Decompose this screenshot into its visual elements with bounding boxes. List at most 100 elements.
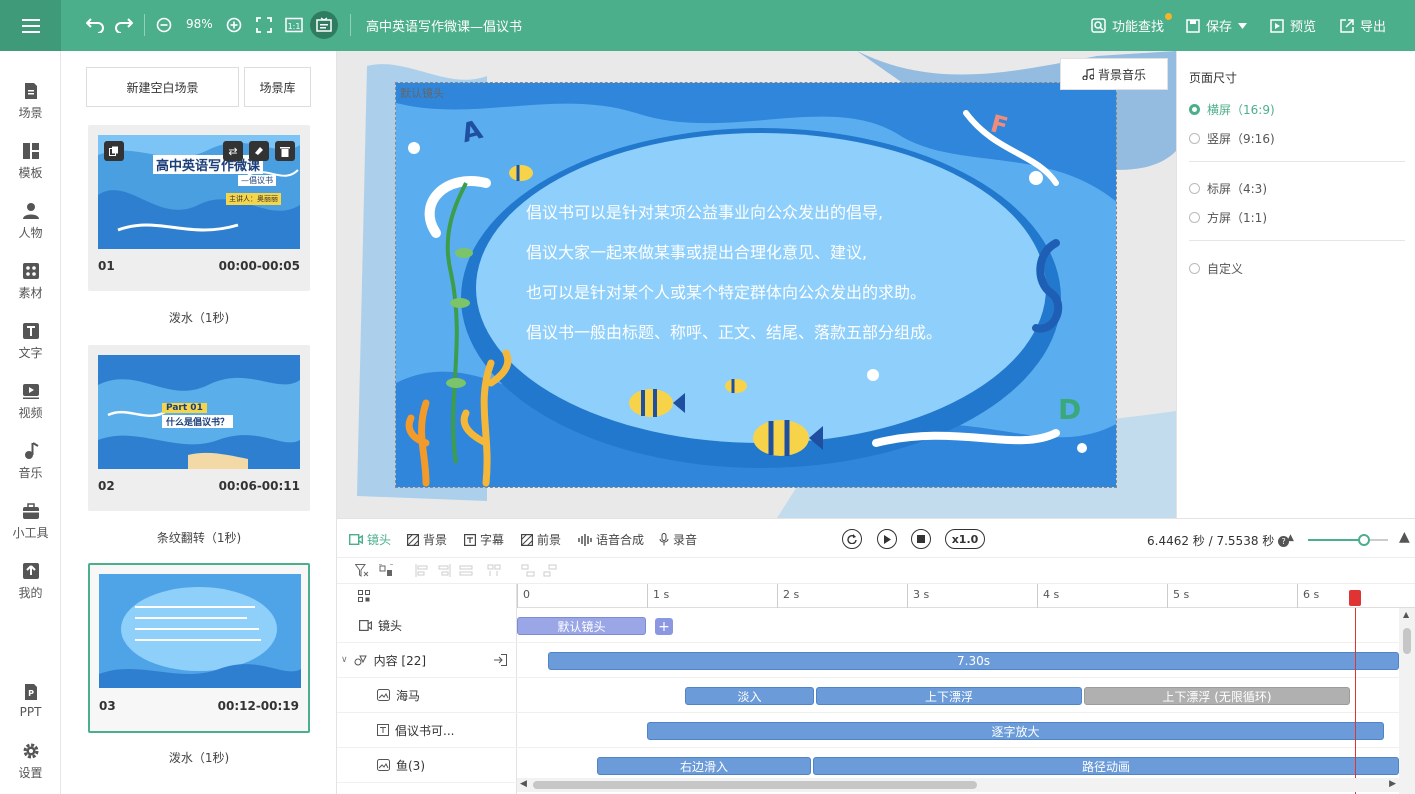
export-button[interactable]: 导出 bbox=[1340, 16, 1386, 35]
scroll-right-icon[interactable]: ▶ bbox=[1389, 779, 1396, 789]
nav-item-ppt[interactable]: P PPT bbox=[0, 673, 61, 729]
nav-item-template[interactable]: 模板 bbox=[0, 133, 61, 189]
scene-thumbnail: Part 01 什么是倡议书？ bbox=[98, 355, 300, 469]
waveform-icon bbox=[578, 533, 592, 546]
clip-text-zoom[interactable]: 逐字放大 bbox=[647, 722, 1384, 740]
nav-item-settings[interactable]: 设置 bbox=[0, 733, 61, 789]
add-camera-button[interactable]: + bbox=[655, 618, 673, 635]
subtitle-toggle-icon[interactable] bbox=[310, 11, 338, 39]
redo-icon[interactable] bbox=[112, 13, 136, 37]
timeline-zoom-slider[interactable] bbox=[1308, 534, 1388, 546]
tab-background[interactable]: 背景 bbox=[407, 531, 447, 548]
radio-portrait[interactable]: 竖屏（9:16) bbox=[1189, 130, 1275, 147]
scroll-left-icon[interactable]: ◀ bbox=[520, 779, 527, 789]
nav-item-music[interactable]: 音乐 bbox=[0, 433, 61, 489]
svg-text:1:1: 1:1 bbox=[288, 22, 301, 31]
clip-seahorse-fade-in[interactable]: 淡入 bbox=[685, 687, 814, 705]
zoom-in-icon[interactable] bbox=[222, 13, 246, 37]
timeline-toolbar: 镜头 背景 字幕 前景 语音合成 录音 x1.0 6.4462 秒 / 7.55… bbox=[337, 518, 1415, 558]
feature-search-button[interactable]: 功能查找 bbox=[1091, 13, 1172, 35]
stage[interactable]: 默认镜头 A F D 倡议书可以是针对某项公益事业向公众发出的倡导, 倡议大家一… bbox=[395, 82, 1117, 488]
replay-button[interactable] bbox=[842, 529, 862, 549]
track-label-fish[interactable]: 鱼(3) bbox=[337, 748, 517, 783]
delete-icon[interactable] bbox=[275, 141, 295, 161]
timeline-horizontal-scrollbar[interactable]: ◀ ▶ bbox=[517, 778, 1399, 792]
nav-item-text[interactable]: 文字 bbox=[0, 313, 61, 369]
tab-subtitle[interactable]: 字幕 bbox=[464, 531, 504, 548]
clip-fish-slide-in[interactable]: 右边滑入 bbox=[597, 757, 811, 775]
track-label-seahorse[interactable]: 海马 bbox=[337, 678, 517, 713]
nav-item-video[interactable]: 视频 bbox=[0, 373, 61, 429]
preview-button[interactable]: 预览 bbox=[1270, 16, 1316, 35]
swap-icon[interactable]: ⇄ bbox=[223, 141, 243, 161]
track-label-text[interactable]: 倡议书可... bbox=[337, 713, 517, 748]
fullscreen-icon[interactable] bbox=[252, 13, 276, 37]
menu-icon[interactable] bbox=[0, 0, 61, 51]
copy-icon[interactable] bbox=[104, 141, 124, 161]
scene-card-3[interactable]: 03 00:12-00:19 bbox=[88, 563, 310, 733]
stop-button[interactable] bbox=[911, 529, 931, 549]
timeline-ruler[interactable]: 0 1 s 2 s 3 s 4 s 5 s 6 s bbox=[517, 584, 1415, 608]
save-button[interactable]: 保存 bbox=[1186, 16, 1248, 35]
undo-icon[interactable] bbox=[83, 13, 107, 37]
playhead-handle[interactable] bbox=[1349, 590, 1361, 606]
clip-seahorse-float-loop[interactable]: 上下漂浮 (无限循环) bbox=[1084, 687, 1350, 705]
story-text[interactable]: 倡议书可以是针对某项公益事业向公众发出的倡导, 倡议大家一起来做某事或提出合理化… bbox=[526, 193, 986, 353]
track-rows: 默认镜头 + 7.30s 淡入 上下漂浮 上下漂浮 (无限循环) 逐字放大 右边… bbox=[517, 608, 1399, 794]
nav-item-mine[interactable]: 我的 bbox=[0, 553, 61, 609]
text-icon bbox=[22, 322, 39, 339]
tab-voice-synthesis[interactable]: 语音合成 bbox=[578, 531, 644, 548]
zoom-slider-handle[interactable] bbox=[1358, 534, 1370, 546]
scene-card-2[interactable]: Part 01 什么是倡议书？ 02 00:06-00:11 bbox=[88, 345, 310, 511]
fit-view-icon[interactable] bbox=[358, 590, 370, 602]
background-music-button[interactable]: 背景音乐 bbox=[1060, 58, 1168, 90]
person-icon bbox=[22, 202, 39, 219]
track-label-camera[interactable]: 镜头 bbox=[337, 608, 517, 643]
tab-recording[interactable]: 录音 bbox=[659, 531, 697, 548]
scene-number: 02 bbox=[98, 479, 115, 493]
scene-transition-2[interactable]: 条纹翻转（1秒) bbox=[88, 529, 310, 546]
tab-foreground[interactable]: 前景 bbox=[521, 531, 561, 548]
eraser-icon[interactable] bbox=[249, 141, 269, 161]
tab-camera[interactable]: 镜头 bbox=[349, 531, 391, 548]
actual-size-icon[interactable]: 1:1 bbox=[282, 13, 306, 37]
camera-icon bbox=[349, 534, 363, 545]
radio-standard[interactable]: 标屏（4:3) bbox=[1189, 180, 1267, 197]
scene-transition-3[interactable]: 泼水（1秒) bbox=[88, 749, 310, 766]
clip-fish-path[interactable]: 路径动画 bbox=[813, 757, 1399, 775]
radio-custom[interactable]: 自定义 bbox=[1189, 260, 1243, 277]
subtitle-icon bbox=[464, 533, 476, 546]
letter-d[interactable]: D bbox=[1058, 393, 1081, 426]
nav-item-material[interactable]: 素材 bbox=[0, 253, 61, 309]
ruler-tick: 4 s bbox=[1037, 584, 1059, 608]
collapse-chevron-icon[interactable]: ∨ bbox=[341, 655, 348, 665]
save-icon bbox=[1186, 18, 1200, 33]
group-icon[interactable] bbox=[379, 564, 393, 577]
new-blank-scene-button[interactable]: 新建空白场景 bbox=[86, 67, 239, 107]
playback-speed[interactable]: x1.0 bbox=[945, 529, 985, 549]
radio-landscape[interactable]: 横屏（16:9) bbox=[1189, 101, 1275, 118]
clip-default-camera[interactable]: 默认镜头 bbox=[517, 617, 646, 635]
filter-icon[interactable] bbox=[355, 564, 369, 577]
scene-time: 00:12-00:19 bbox=[217, 699, 299, 713]
scene-transition-1[interactable]: 泼水（1秒) bbox=[88, 309, 310, 326]
clip-content-group[interactable]: 7.30s bbox=[548, 652, 1399, 670]
scene-icon bbox=[24, 82, 37, 99]
scene-library-button[interactable]: 场景库 bbox=[244, 67, 311, 107]
enter-group-icon[interactable] bbox=[494, 654, 507, 666]
stack-down-icon bbox=[521, 564, 535, 577]
nav-item-person[interactable]: 人物 bbox=[0, 193, 61, 249]
nav-item-scene[interactable]: 场景 bbox=[0, 73, 61, 129]
nav-item-toolbox[interactable]: 小工具 bbox=[0, 493, 61, 549]
scene-card-1[interactable]: 高中英语写作微课 —倡议书 主讲人：奥丽丽 ⇄ 01 00:00-00:05 bbox=[88, 125, 310, 291]
clip-seahorse-float[interactable]: 上下漂浮 bbox=[816, 687, 1082, 705]
zoom-out-icon[interactable] bbox=[152, 13, 176, 37]
track-label-content[interactable]: ∨ 内容 [22] bbox=[337, 643, 517, 678]
thumb-question: 什么是倡议书？ bbox=[162, 415, 234, 428]
background-icon bbox=[407, 533, 419, 546]
playhead[interactable] bbox=[1355, 608, 1356, 794]
play-button[interactable] bbox=[877, 529, 897, 549]
radio-square[interactable]: 方屏（1:1) bbox=[1189, 209, 1267, 226]
scroll-up-icon[interactable]: ▲ bbox=[1403, 610, 1409, 619]
timeline-vertical-scrollbar[interactable]: ▲ bbox=[1399, 608, 1415, 794]
